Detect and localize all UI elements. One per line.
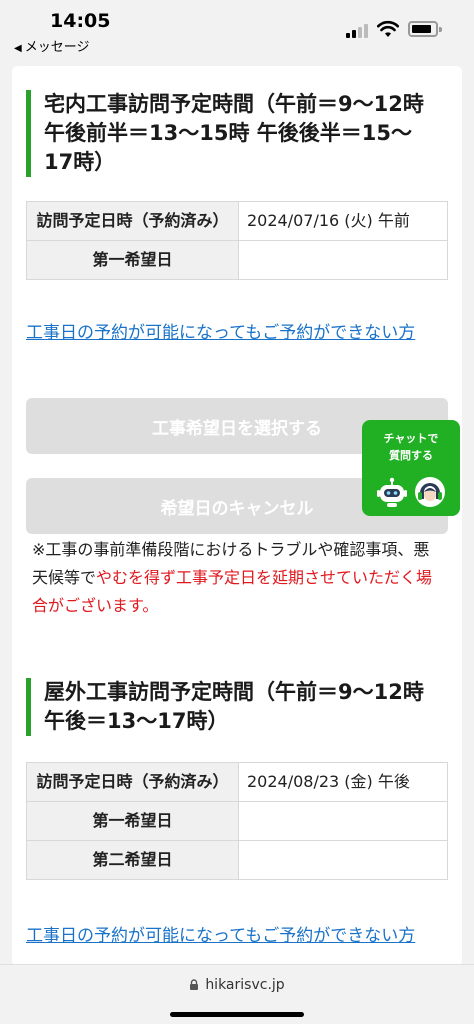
second-choice-label: 第二希望日 (26, 840, 239, 880)
url-display[interactable]: hikarisvc.jp (0, 977, 474, 993)
delay-notice: ※工事の事前準備段階におけるトラブルや確認事項、悪天候等でやむを得ず工事予定日を… (32, 536, 442, 620)
table-row: 第一希望日 (26, 240, 448, 280)
browser-url-bar[interactable]: hikarisvc.jp (0, 964, 474, 1024)
first-choice-label: 第一希望日 (26, 240, 239, 280)
table-row: 訪問予定日時（予約済み） 2024/07/16 (火) 午前 (26, 201, 448, 241)
visit-datetime-value: 2024/08/23 (金) 午後 (238, 762, 448, 802)
second-choice-value (238, 840, 448, 880)
clock-time: 14:05 (50, 10, 111, 32)
visit-datetime-label: 訪問予定日時（予約済み） (26, 201, 239, 241)
status-bar: 14:05 ◀ メッセージ (0, 0, 474, 58)
back-triangle-icon: ◀ (14, 43, 22, 54)
wifi-icon (377, 20, 399, 37)
home-indicator[interactable] (170, 1012, 304, 1017)
table-row: 第一希望日 (26, 801, 448, 841)
operator-icon (415, 477, 445, 507)
back-to-app-link[interactable]: ◀ メッセージ (14, 36, 89, 55)
first-choice-label: 第一希望日 (26, 801, 239, 841)
outdoor-work-section-title: 屋外工事訪問予定時間（午前＝9〜12時 午後＝13〜17時） (26, 678, 436, 736)
battery-icon (408, 21, 442, 37)
cellular-signal-icon (346, 22, 370, 38)
visit-datetime-label: 訪問予定日時（予約済み） (26, 762, 239, 802)
main-content-card: 宅内工事訪問予定時間（午前＝9〜12時 午後前半＝13〜15時 午後後半＝15〜… (12, 66, 462, 966)
indoor-visit-table: 訪問予定日時（予約済み） 2024/07/16 (火) 午前 第一希望日 (26, 201, 448, 280)
lock-icon (190, 979, 199, 990)
table-row: 訪問予定日時（予約済み） 2024/08/23 (金) 午後 (26, 762, 448, 802)
back-app-label: メッセージ (24, 40, 90, 55)
visit-datetime-value: 2024/07/16 (火) 午前 (238, 201, 448, 241)
cannot-reserve-link[interactable]: 工事日の予約が可能になってもご予約ができない方 (26, 922, 450, 950)
indoor-work-section-title: 宅内工事訪問予定時間（午前＝9〜12時 午後前半＝13〜15時 午後後半＝15〜… (26, 90, 436, 177)
cannot-reserve-link[interactable]: 工事日の予約が可能になってもご予約ができない方 (26, 319, 450, 347)
table-row: 第二希望日 (26, 840, 448, 880)
chat-support-label: チャットで質問する (383, 432, 439, 462)
robot-icon (377, 477, 407, 507)
outdoor-visit-table: 訪問予定日時（予約済み） 2024/08/23 (金) 午後 第一希望日 第二希… (26, 762, 448, 880)
chat-support-button[interactable]: チャットで質問する (362, 420, 460, 516)
url-domain: hikarisvc.jp (205, 977, 285, 993)
first-choice-value (238, 801, 448, 841)
first-choice-value (238, 240, 448, 280)
